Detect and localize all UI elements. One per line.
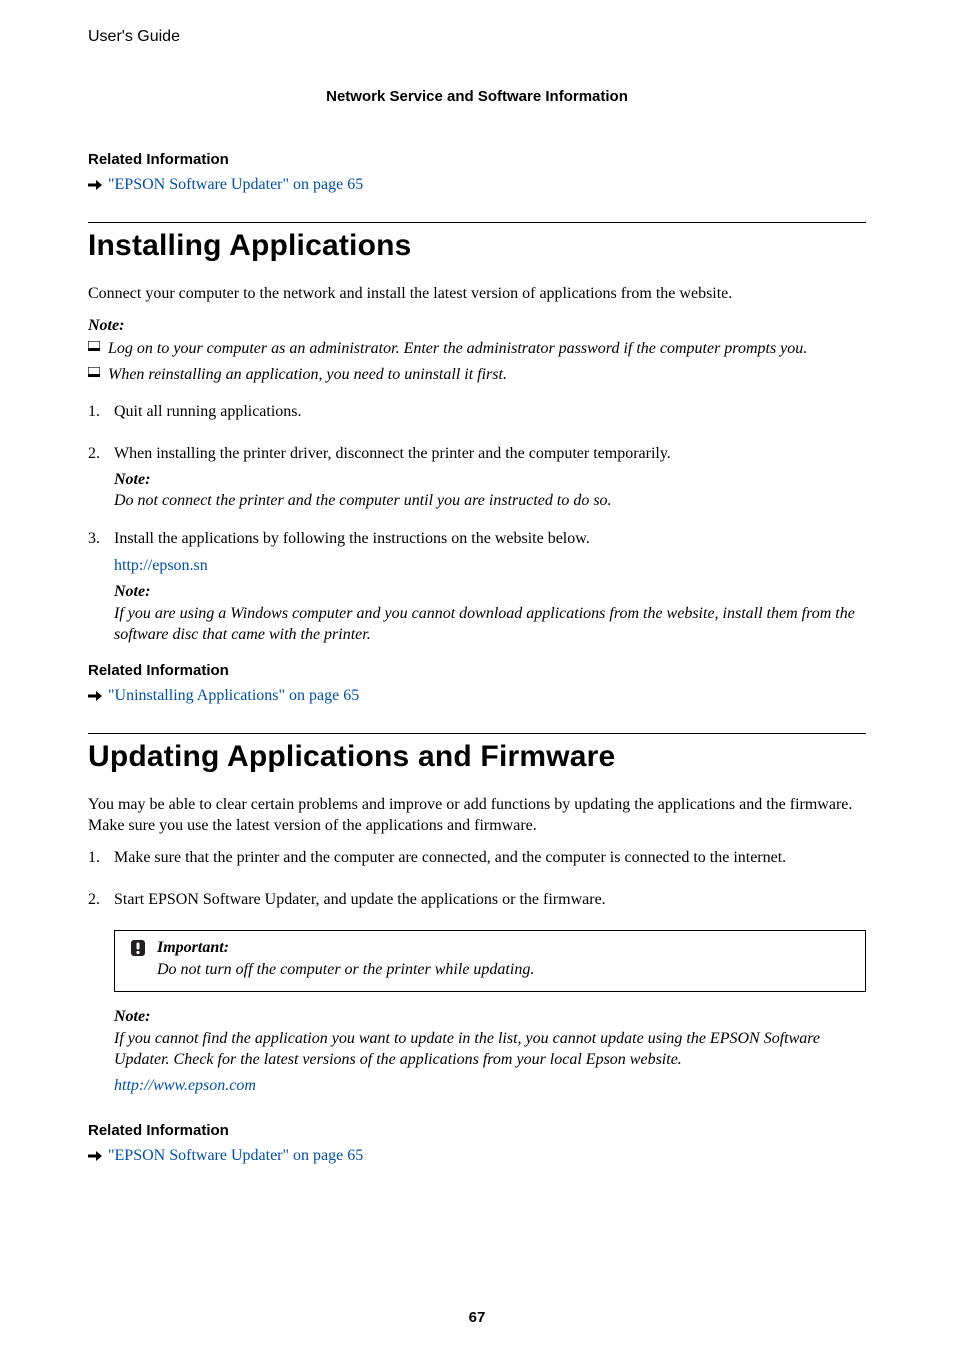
step-text: Install the applications by following th… <box>114 528 866 550</box>
chapter-title: Network Service and Software Information <box>88 88 866 105</box>
related-link-epson-updater[interactable]: "EPSON Software Updater" on page 65 <box>108 176 363 194</box>
step-item: Start EPSON Software Updater, and update… <box>88 889 866 915</box>
step-note-label: Note: <box>114 469 866 491</box>
arrow-right-icon <box>88 179 102 191</box>
bullet-icon <box>88 367 100 377</box>
step-item: Make sure that the printer and the compu… <box>88 847 866 873</box>
step-text: When installing the printer driver, disc… <box>114 443 866 465</box>
note-bullet: Log on to your computer as an administra… <box>88 338 866 360</box>
note-label: Note: <box>88 315 866 337</box>
note-label: Note: <box>114 1006 866 1028</box>
step-note-label: Note: <box>114 581 866 603</box>
step-text: Start EPSON Software Updater, and update… <box>114 889 866 911</box>
step-note-body: If you are using a Windows computer and … <box>114 603 866 646</box>
note-bullet-text: Log on to your computer as an administra… <box>108 338 807 360</box>
arrow-right-icon <box>88 1150 102 1162</box>
related-link-epson-updater-2[interactable]: "EPSON Software Updater" on page 65 <box>108 1147 363 1165</box>
step-url-link[interactable]: http://epson.sn <box>114 555 866 577</box>
related-info-heading-3: Related Information <box>88 1122 866 1139</box>
warning-icon <box>127 939 149 957</box>
section-title-updating: Updating Applications and Firmware <box>88 740 866 774</box>
related-info-heading-1: Related Information <box>88 151 866 168</box>
note-body: If you cannot find the application you w… <box>114 1028 866 1071</box>
epson-website-link[interactable]: http://www.epson.com <box>114 1075 866 1097</box>
related-link-uninstalling[interactable]: "Uninstalling Applications" on page 65 <box>108 687 359 705</box>
related-info-heading-2: Related Information <box>88 662 866 679</box>
section2-intro: You may be able to clear certain problem… <box>88 794 866 837</box>
section-title-installing: Installing Applications <box>88 229 866 263</box>
step-text: Quit all running applications. <box>114 401 866 423</box>
bullet-icon <box>88 341 100 351</box>
divider <box>88 733 866 734</box>
arrow-right-icon <box>88 690 102 702</box>
doc-type-label: User's Guide <box>88 28 866 46</box>
important-box: Important: Do not turn off the computer … <box>114 930 866 992</box>
step-text: Make sure that the printer and the compu… <box>114 847 866 869</box>
note-bullet-text: When reinstalling an application, you ne… <box>108 364 507 386</box>
page-number: 67 <box>0 1309 954 1326</box>
important-label: Important: <box>157 939 229 957</box>
step-item: Install the applications by following th… <box>88 528 866 646</box>
divider <box>88 222 866 223</box>
step-item: When installing the printer driver, disc… <box>88 443 866 512</box>
step-note-body: Do not connect the printer and the compu… <box>114 490 866 512</box>
section1-intro: Connect your computer to the network and… <box>88 283 866 305</box>
note-bullet: When reinstalling an application, you ne… <box>88 364 866 386</box>
step-item: Quit all running applications. <box>88 401 866 427</box>
important-body: Do not turn off the computer or the prin… <box>157 961 853 979</box>
